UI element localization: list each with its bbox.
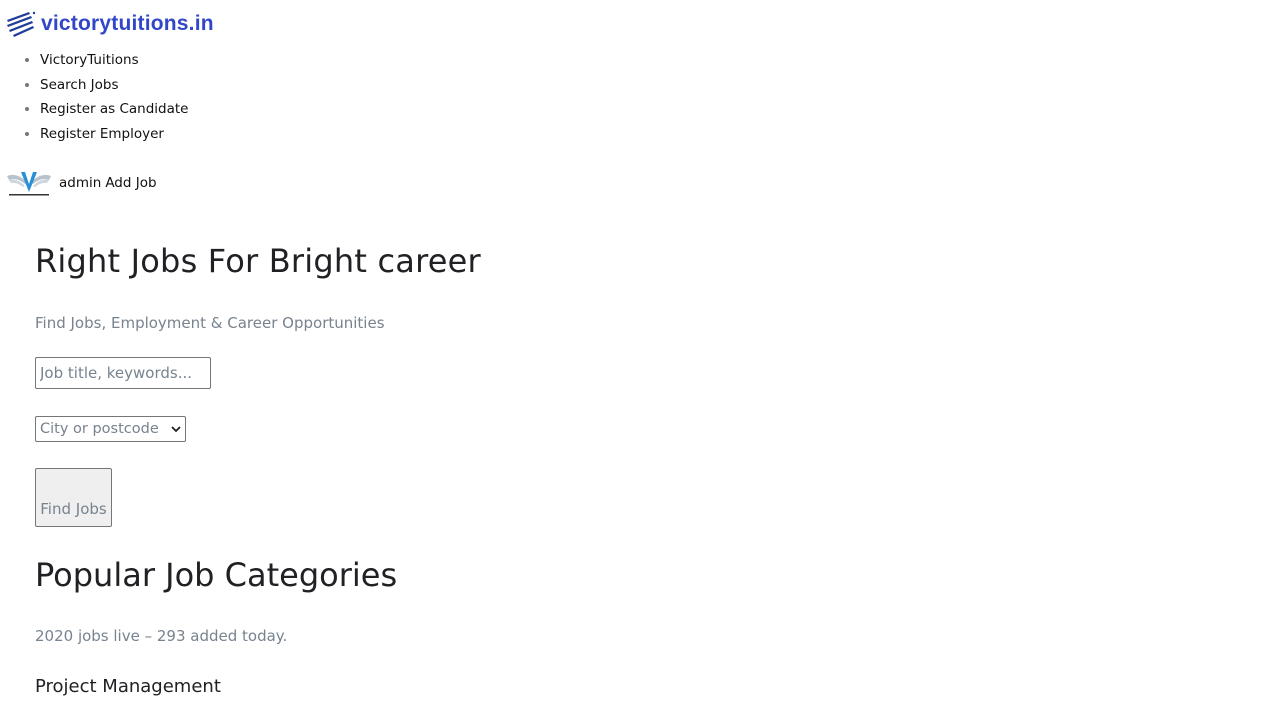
avatar[interactable] [3,168,55,198]
location-select-value: City or postcode [40,421,159,437]
hero-subtitle: Find Jobs, Employment & Career Opportuni… [35,314,385,332]
nav-item-register-candidate: Register as Candidate [40,97,189,122]
logo-text: victorytuitions.in [41,12,214,35]
user-bar: admin Add Job [3,168,157,198]
add-job-link[interactable]: Add Job [105,175,156,191]
nav-link-register-employer[interactable]: Register Employer [40,126,164,142]
nav-item-search-jobs: Search Jobs [40,73,189,98]
nav-link-register-candidate[interactable]: Register as Candidate [40,101,189,117]
categories-stats: 2020 jobs live – 293 added today. [35,627,288,645]
find-jobs-button[interactable]: Find Jobs [35,468,112,527]
categories-title: Popular Job Categories [35,556,398,594]
chevron-down-icon [171,426,181,433]
logo-stripes-icon [7,11,36,37]
nav-link-search-jobs[interactable]: Search Jobs [40,77,119,93]
nav-item-register-employer: Register Employer [40,122,189,147]
keyword-search-input[interactable] [35,357,211,389]
location-select[interactable]: City or postcode [35,416,186,442]
user-name-link[interactable]: admin [59,175,101,191]
nav-link-victorytuitions[interactable]: VictoryTuitions [40,52,139,68]
site-logo[interactable]: victorytuitions.in [5,10,214,38]
nav-item-victorytuitions: VictoryTuitions [40,48,189,73]
main-nav: VictoryTuitions Search Jobs Register as … [0,48,189,146]
hero-title: Right Jobs For Bright career [35,242,481,280]
category-item-project-management[interactable]: Project Management [35,676,221,697]
